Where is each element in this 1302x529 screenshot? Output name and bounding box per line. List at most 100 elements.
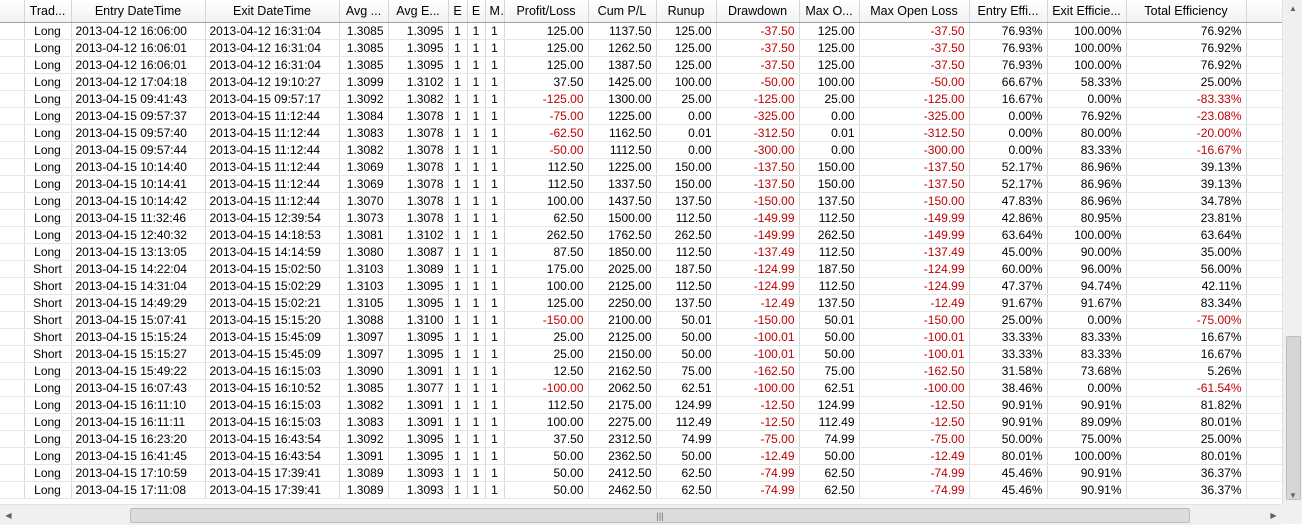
- row-selector-cell[interactable]: [0, 226, 25, 244]
- cell-drawdown: -12.50: [716, 413, 800, 431]
- table-row[interactable]: Long 2013-04-12 16:06:00 2013-04-12 16:31:…: [0, 22, 1282, 40]
- cell-runup: 62.50: [656, 464, 717, 482]
- column-header-row-selector[interactable]: [0, 0, 25, 23]
- column-header-exit-datetime[interactable]: Exit DateTime: [205, 0, 340, 23]
- arrow-up-icon[interactable]: ▲: [1283, 0, 1302, 17]
- table-row[interactable]: Long 2013-04-15 09:57:44 2013-04-15 11:12:…: [0, 141, 1282, 159]
- row-selector-cell[interactable]: [0, 90, 25, 108]
- vertical-scroll-thumb[interactable]: [1286, 336, 1301, 500]
- column-header-max-open-profit[interactable]: Max O...: [799, 0, 860, 23]
- row-selector-cell[interactable]: [0, 294, 25, 312]
- cell-exit-datetime: 2013-04-15 15:02:21: [205, 294, 340, 312]
- table-row[interactable]: Short 2013-04-15 14:31:04 2013-04-15 15:02…: [0, 277, 1282, 295]
- row-selector-cell[interactable]: [0, 209, 25, 227]
- row-selector-cell[interactable]: [0, 277, 25, 295]
- table-row[interactable]: Short 2013-04-15 15:15:27 2013-04-15 15:45…: [0, 345, 1282, 363]
- row-selector-cell[interactable]: [0, 192, 25, 210]
- column-header-trade-type[interactable]: Trad...: [24, 0, 72, 23]
- table-row[interactable]: Long 2013-04-12 17:04:18 2013-04-12 19:10:…: [0, 73, 1282, 91]
- column-header-total-efficiency[interactable]: Total Efficiency: [1126, 0, 1247, 23]
- table-row[interactable]: Long 2013-04-15 16:11:11 2013-04-15 16:15:…: [0, 413, 1282, 431]
- table-row[interactable]: Long 2013-04-15 09:57:40 2013-04-15 11:12:…: [0, 124, 1282, 142]
- table-row[interactable]: Long 2013-04-15 09:41:43 2013-04-15 09:57:…: [0, 90, 1282, 108]
- row-selector-cell[interactable]: [0, 413, 25, 431]
- row-selector-cell[interactable]: [0, 243, 25, 261]
- row-selector-cell[interactable]: [0, 447, 25, 465]
- cell-trade-type: Long: [24, 413, 72, 431]
- horizontal-scroll-thumb[interactable]: |||: [130, 508, 1190, 523]
- cell-avg-exit-price: 1.3095: [388, 277, 449, 295]
- row-selector-cell[interactable]: [0, 158, 25, 176]
- row-selector-cell[interactable]: [0, 481, 25, 499]
- column-header-exit-efficiency[interactable]: Exit Efficie...: [1047, 0, 1127, 23]
- cell-max-open-loss: -12.50: [859, 396, 970, 414]
- table-row[interactable]: Long 2013-04-15 10:14:41 2013-04-15 11:12:…: [0, 175, 1282, 193]
- table-row[interactable]: Short 2013-04-15 15:07:41 2013-04-15 15:15…: [0, 311, 1282, 329]
- table-row[interactable]: Short 2013-04-15 14:22:04 2013-04-15 15:02…: [0, 260, 1282, 278]
- table-row[interactable]: Long 2013-04-15 17:11:08 2013-04-15 17:39:…: [0, 481, 1282, 499]
- cell-entry-qty: 1: [448, 430, 468, 448]
- arrow-right-icon[interactable]: ▶: [1265, 505, 1282, 525]
- table-row[interactable]: Long 2013-04-15 17:10:59 2013-04-15 17:39:…: [0, 464, 1282, 482]
- horizontal-scrollbar[interactable]: ◀ ||| ▶: [0, 504, 1282, 525]
- column-header-avg-exit-price[interactable]: Avg E...: [388, 0, 449, 23]
- table-row[interactable]: Long 2013-04-15 16:41:45 2013-04-15 16:43:…: [0, 447, 1282, 465]
- row-selector-cell[interactable]: [0, 345, 25, 363]
- row-selector-cell[interactable]: [0, 430, 25, 448]
- row-selector-cell[interactable]: [0, 328, 25, 346]
- column-header-extra[interactable]: [1246, 0, 1282, 23]
- cell-total-efficiency: -83.33%: [1126, 90, 1247, 108]
- cell-exit-efficiency: 90.91%: [1047, 481, 1127, 499]
- column-header-entry-datetime[interactable]: Entry DateTime: [71, 0, 206, 23]
- cell-max-open-profit: 50.00: [799, 447, 860, 465]
- column-header-entry-qty[interactable]: E: [448, 0, 468, 23]
- table-row[interactable]: Long 2013-04-15 09:57:37 2013-04-15 11:12:…: [0, 107, 1282, 125]
- row-selector-cell[interactable]: [0, 396, 25, 414]
- cell-entry-qty: 1: [448, 294, 468, 312]
- arrow-left-icon[interactable]: ◀: [0, 505, 17, 525]
- table-row[interactable]: Long 2013-04-15 12:40:32 2013-04-15 14:18:…: [0, 226, 1282, 244]
- table-row[interactable]: Long 2013-04-15 13:13:05 2013-04-15 14:14:…: [0, 243, 1282, 261]
- cell-max-open-loss: -312.50: [859, 124, 970, 142]
- row-selector-cell[interactable]: [0, 22, 25, 40]
- table-row[interactable]: Long 2013-04-15 16:11:10 2013-04-15 16:15:…: [0, 396, 1282, 414]
- arrow-down-icon[interactable]: ▼: [1283, 487, 1302, 504]
- column-header-avg-entry-price[interactable]: Avg ...: [339, 0, 389, 23]
- row-selector-cell[interactable]: [0, 107, 25, 125]
- row-selector-cell[interactable]: [0, 464, 25, 482]
- table-row[interactable]: Long 2013-04-15 11:32:46 2013-04-15 12:39:…: [0, 209, 1282, 227]
- table-row[interactable]: Short 2013-04-15 14:49:29 2013-04-15 15:02…: [0, 294, 1282, 312]
- row-selector-cell[interactable]: [0, 141, 25, 159]
- row-selector-cell[interactable]: [0, 175, 25, 193]
- table-row[interactable]: Long 2013-04-15 10:14:42 2013-04-15 11:12:…: [0, 192, 1282, 210]
- row-selector-cell[interactable]: [0, 73, 25, 91]
- table-row[interactable]: Short 2013-04-15 15:15:24 2013-04-15 15:45…: [0, 328, 1282, 346]
- row-selector-cell[interactable]: [0, 260, 25, 278]
- row-selector-cell[interactable]: [0, 379, 25, 397]
- vertical-scrollbar[interactable]: ▲ ▼: [1282, 0, 1302, 504]
- table-row[interactable]: Long 2013-04-12 16:06:01 2013-04-12 16:31:…: [0, 56, 1282, 74]
- row-selector-cell[interactable]: [0, 124, 25, 142]
- column-header-profit-loss[interactable]: Profit/Loss: [504, 0, 589, 23]
- column-header-entry-efficiency[interactable]: Entry Effi...: [969, 0, 1048, 23]
- column-header-runup[interactable]: Runup: [656, 0, 717, 23]
- table-row[interactable]: Long 2013-04-15 16:07:43 2013-04-15 16:10:…: [0, 379, 1282, 397]
- table-row[interactable]: Long 2013-04-12 16:06:01 2013-04-12 16:31:…: [0, 39, 1282, 57]
- cell-exit-qty: 1: [467, 481, 486, 499]
- cell-max-open-profit: 25.00: [799, 90, 860, 108]
- cell-drawdown: -37.50: [716, 39, 800, 57]
- table-row[interactable]: Long 2013-04-15 15:49:22 2013-04-15 16:15:…: [0, 362, 1282, 380]
- cell-extra: [1246, 430, 1282, 448]
- row-selector-cell[interactable]: [0, 39, 25, 57]
- column-header-market[interactable]: M: [485, 0, 505, 23]
- column-header-max-open-loss[interactable]: Max Open Loss: [859, 0, 970, 23]
- row-selector-cell[interactable]: [0, 362, 25, 380]
- row-selector-cell[interactable]: [0, 311, 25, 329]
- column-header-cum-pl[interactable]: Cum P/L: [588, 0, 657, 23]
- cell-total-efficiency: 76.92%: [1126, 56, 1247, 74]
- column-header-exit-qty[interactable]: E: [467, 0, 486, 23]
- table-row[interactable]: Long 2013-04-15 10:14:40 2013-04-15 11:12:…: [0, 158, 1282, 176]
- row-selector-cell[interactable]: [0, 56, 25, 74]
- table-row[interactable]: Long 2013-04-15 16:23:20 2013-04-15 16:43:…: [0, 430, 1282, 448]
- column-header-drawdown[interactable]: Drawdown: [716, 0, 800, 23]
